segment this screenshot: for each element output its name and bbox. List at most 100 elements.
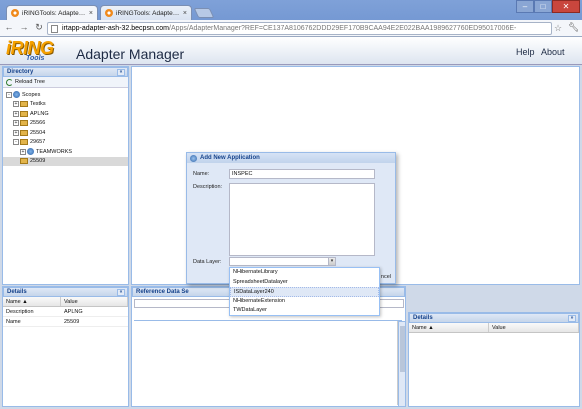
table-row[interactable]: Description APLNG [3,307,128,317]
app-header: iRING Tools Adapter Manager Help About [0,37,582,65]
name-label: Name: [193,171,210,177]
ref-details-title-text: Details [413,315,433,321]
folder-icon [20,139,28,146]
maximize-button[interactable]: □ [534,0,552,13]
directory-title-text: Directory [7,69,34,75]
star-icon[interactable]: ☆ [554,23,562,34]
data-layer-label: Data Layer: [193,259,222,265]
collapse-node-icon[interactable]: - [13,139,19,146]
dropdown-option[interactable]: SpreadsheetDatalayer [230,278,379,288]
directory-toolbar: Reload Tree [3,77,128,88]
dropdown-option[interactable]: NHibernateLibrary [230,268,379,278]
tree-node-label: 25566 [30,120,46,127]
tree-node-label: APLNG [30,110,49,117]
vertical-scrollbar[interactable] [398,321,406,407]
collapse-icon[interactable]: « [117,69,125,76]
back-arrow-icon[interactable]: ← [3,22,15,34]
tree-node[interactable]: +25504 [3,128,128,138]
row-name: Description [6,309,34,315]
page-icon [51,24,58,33]
folder-icon [20,120,28,127]
row-value: 25509 [64,319,80,325]
ref-details-grid-header: Name ▲ Value [409,323,579,333]
tab-favicon-icon [105,9,113,17]
collapse-icon[interactable]: « [117,289,125,296]
tree-node[interactable]: + TEAMWORKS [3,147,128,157]
scrollbar-thumb[interactable] [400,326,405,372]
reload-tree-button[interactable]: Reload Tree [15,79,45,85]
folder-icon [20,129,28,136]
directory-tree: - Scopes + Testks + APLNG +25566 +25504-29657 + T… [3,88,128,166]
window-controls: – □ ✕ [516,0,580,13]
url-path: /Apps/AdapterManager?REF=CE137A8106762DD… [169,25,517,32]
browser-chrome: iRINGTools: Adapter Manager × iRINGTools… [0,0,582,37]
tree-node[interactable]: + APLNG [3,109,128,119]
column-header-value[interactable]: Value [61,297,128,306]
add-application-dialog: Add New Application Name: INSPEC Descrip… [186,152,396,284]
directory-panel: Directory « Reload Tree - Scopes + Testks + A… [2,66,129,285]
tree-node-label: TEAMWORKS [36,148,73,155]
globe-icon [13,91,20,99]
reference-data-title-text: Reference Data Se [136,289,189,295]
browser-toolbar: ← → ↻ irtapp-adapter-ash-32.becpsn.com/A… [0,20,582,37]
tab-close-icon[interactable]: × [183,10,187,17]
dropdown-option[interactable]: NHibernateExtension [230,297,379,307]
tree-node-label: Testks [30,101,46,108]
close-window-button[interactable]: ✕ [552,0,580,13]
dropdown-option[interactable]: ISDataLayer240 [230,287,379,297]
address-bar[interactable]: irtapp-adapter-ash-32.becpsn.com/Apps/Ad… [47,22,552,35]
expand-icon[interactable]: + [13,101,19,108]
details-title: Details « [3,287,128,297]
data-layer-combo[interactable] [229,257,329,266]
tab-close-icon[interactable]: × [89,10,93,17]
reload-icon[interactable]: ↻ [33,22,45,34]
tree-node[interactable]: - Scopes [3,90,128,100]
dropdown-option[interactable]: TWDataLayer [230,306,379,316]
collapse-node-icon[interactable]: - [6,91,12,98]
folder-icon [20,101,28,108]
name-field[interactable]: INSPEC [229,169,375,179]
column-header-value[interactable]: Value [489,323,579,332]
expand-icon[interactable]: + [13,110,19,117]
tree-node-label: 25509 [30,158,46,165]
description-field[interactable] [229,183,375,256]
row-name: Name [6,319,21,325]
tree-node[interactable]: +25566 [3,119,128,129]
expand-icon[interactable]: + [13,120,19,127]
expand-icon[interactable]: + [13,129,19,136]
wrench-icon[interactable]: 🔧︎ [568,22,579,33]
collapse-right-icon[interactable]: » [568,315,576,322]
help-link[interactable]: Help [516,47,535,57]
tree-node[interactable]: + Testks [3,100,128,110]
description-label: Description: [193,184,223,190]
reload-tree-icon [6,78,13,86]
tree-node[interactable]: - 29657 [3,138,128,148]
tree-node-label: Scopes [22,91,41,98]
data-layer-dropdown: NHibernateLibrary SpreadsheetDatalayer ISD… [229,267,380,316]
directory-title: Directory « [3,67,128,77]
about-link[interactable]: About [541,47,565,57]
tree-node[interactable]: 25509 [3,156,128,166]
row-value: APLNG [64,309,83,315]
details-panel: Details « Name ▲ Value Description APLNG… [2,286,129,407]
minimize-button[interactable]: – [516,0,534,13]
dialog-title-bar[interactable]: Add New Application [187,153,395,163]
tree-node-label: 29657 [30,139,46,146]
column-header-name[interactable]: Name ▲ [3,297,61,306]
browser-tab-2[interactable]: iRINGTools: Adapter Manager × [100,5,192,20]
column-header-name[interactable]: Name ▲ [409,323,489,332]
details-grid-header: Name ▲ Value [3,297,128,307]
url-host: irtapp-adapter-ash-32.becpsn.com [62,25,170,32]
app-title: Adapter Manager [76,46,185,62]
browser-tab-1[interactable]: iRINGTools: Adapter Manager × [6,5,98,20]
new-tab-button[interactable] [193,8,215,18]
forward-arrow-icon[interactable]: → [18,22,30,34]
chevron-down-icon[interactable]: ▾ [328,257,336,266]
expand-icon[interactable]: + [20,148,26,155]
tab-favicon-icon [11,9,19,17]
reference-details-panel: Details » Name ▲ Value [408,312,580,407]
ref-details-title: Details » [409,313,579,323]
dialog-title: Add New Application [200,155,260,161]
table-row[interactable]: Name 25509 [3,317,128,327]
application-icon [190,154,197,162]
